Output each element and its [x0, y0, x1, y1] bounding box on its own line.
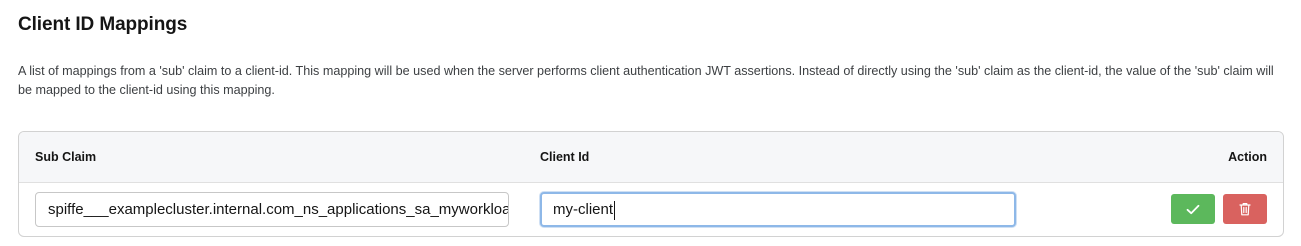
confirm-button[interactable] — [1171, 194, 1215, 224]
column-header-action: Action — [1228, 150, 1267, 164]
section-description: A list of mappings from a 'sub' claim to… — [18, 64, 1274, 97]
text-caret — [614, 200, 616, 220]
table-header: Sub Claim Client Id Action — [19, 132, 1283, 183]
trash-icon — [1239, 202, 1251, 216]
sub-claim-value: spiffe___examplecluster.internal.com_ns_… — [48, 201, 509, 218]
column-header-sub-claim: Sub Claim — [35, 150, 97, 164]
client-id-mappings-section: Client ID Mappings A list of mappings fr… — [0, 0, 1301, 246]
mappings-table: Sub Claim Client Id Action spiffe___exam… — [18, 131, 1284, 237]
client-id-value: my-client — [553, 201, 614, 218]
delete-button[interactable] — [1223, 194, 1267, 224]
section-title: Client ID Mappings — [18, 14, 188, 35]
table-row: spiffe___examplecluster.internal.com_ns_… — [19, 183, 1283, 236]
column-header-client-id: Client Id — [540, 150, 590, 164]
check-icon — [1186, 204, 1200, 215]
sub-claim-input[interactable]: spiffe___examplecluster.internal.com_ns_… — [35, 192, 509, 227]
client-id-input[interactable]: my-client — [540, 192, 1016, 227]
